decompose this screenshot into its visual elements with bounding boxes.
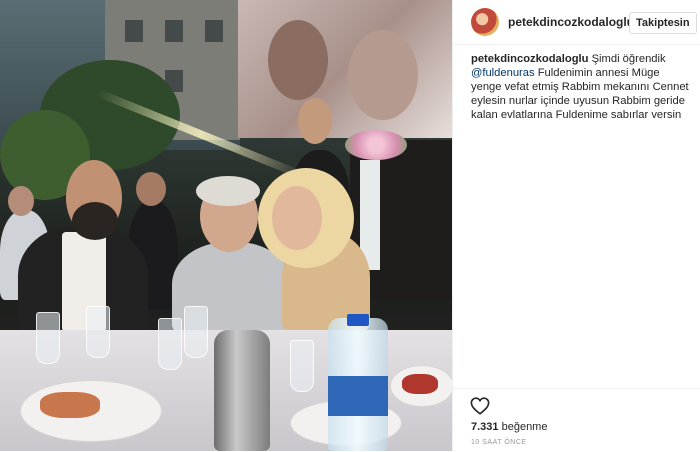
likes-number: 7.331	[471, 421, 499, 433]
heart-icon[interactable]	[470, 397, 490, 415]
post-sidebar: petekdincozkodaloglu Takiptesin petekdin…	[452, 0, 700, 451]
avatar[interactable]	[471, 8, 499, 36]
photo-stage-screen	[238, 0, 452, 138]
following-button[interactable]: Takiptesin	[629, 12, 697, 34]
photo-flowers	[345, 130, 407, 160]
likes-label: beğenme	[501, 421, 548, 433]
post-actions: 7.331 beğenme 10 SAAT ÖNCE	[453, 388, 700, 452]
post-caption: petekdincozkodaloglu Şimdi öğrendik @ful…	[471, 52, 693, 122]
instagram-post: petekdincozkodaloglu Takiptesin petekdin…	[0, 0, 700, 451]
caption-text-1: Şimdi öğrendik	[591, 53, 666, 65]
caption-username[interactable]: petekdincozkodaloglu	[471, 53, 588, 65]
caption-mention[interactable]: @fuldenuras	[471, 67, 535, 79]
post-header: petekdincozkodaloglu Takiptesin	[453, 0, 700, 45]
header-username[interactable]: petekdincozkodaloglu	[508, 15, 634, 29]
likes-count[interactable]: 7.331 beğenme	[471, 421, 547, 433]
photo-thermos	[214, 330, 270, 451]
photo-water-bottle	[328, 314, 388, 451]
post-photo[interactable]	[0, 0, 452, 451]
post-timestamp[interactable]: 10 SAAT ÖNCE	[471, 439, 527, 446]
